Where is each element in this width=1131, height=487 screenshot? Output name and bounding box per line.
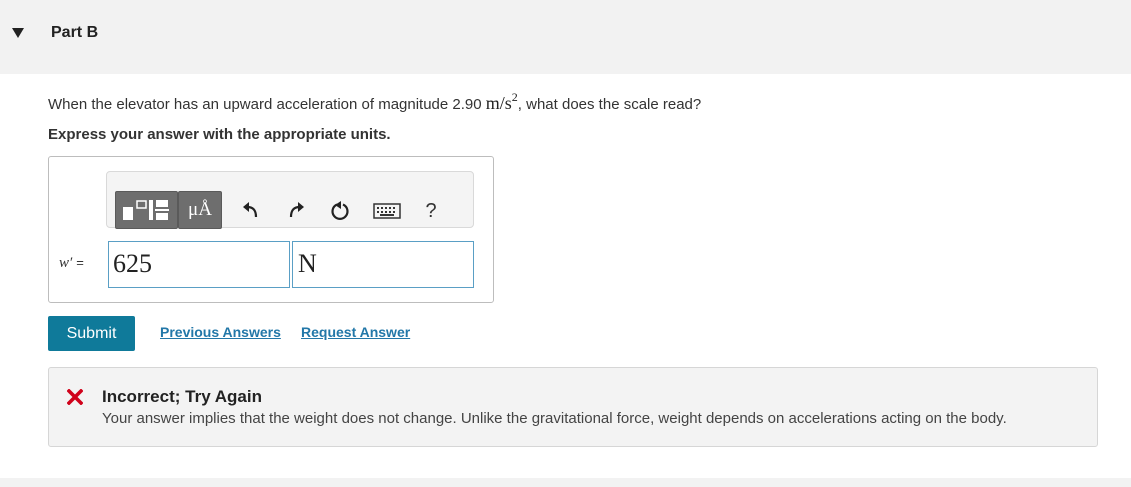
equals-sign: =	[76, 255, 84, 270]
reset-icon	[331, 201, 349, 220]
answer-variable-label: w′ =	[59, 255, 84, 272]
question-prefix: When the elevator has an upward accelera…	[48, 96, 486, 113]
request-answer-link[interactable]: Request Answer	[301, 324, 410, 340]
answer-instruction: Express your answer with the appropriate…	[48, 126, 391, 143]
keyboard-button[interactable]	[373, 202, 401, 220]
answer-box: μÅ ? w′ = 625 N	[48, 156, 494, 303]
previous-answers-link[interactable]: Previous Answers	[160, 324, 281, 340]
redo-icon	[289, 202, 304, 218]
redo-button[interactable]	[285, 199, 307, 221]
feedback-title: Incorrect; Try Again	[102, 387, 262, 406]
part-header: Part B	[0, 0, 1131, 74]
reset-button[interactable]	[328, 199, 352, 223]
templates-button[interactable]	[115, 191, 178, 229]
question-suffix: , what does the scale read?	[517, 96, 702, 113]
submit-button[interactable]: Submit	[48, 316, 135, 351]
collapse-triangle-icon[interactable]	[12, 28, 24, 38]
question-text: When the elevator has an upward accelera…	[48, 90, 701, 114]
part-title: Part B	[51, 24, 99, 41]
templates-icon	[122, 200, 169, 220]
variable-symbol: w′	[59, 255, 73, 271]
feedback-box: Incorrect; Try Again Your answer implies…	[48, 367, 1098, 447]
units-input[interactable]: N	[292, 241, 474, 288]
math-toolbar: μÅ ?	[106, 171, 474, 229]
help-button[interactable]: ?	[421, 198, 441, 224]
undo-button[interactable]	[240, 199, 262, 221]
undo-icon	[243, 202, 258, 218]
keyboard-icon	[373, 203, 401, 219]
units-button[interactable]: μÅ	[178, 191, 222, 229]
next-part-header	[0, 478, 1131, 487]
value-input[interactable]: 625	[108, 241, 290, 288]
feedback-message: Your answer implies that the weight does…	[102, 410, 1007, 427]
acceleration-unit: m/s2	[485, 90, 518, 113]
incorrect-x-icon	[67, 389, 83, 405]
